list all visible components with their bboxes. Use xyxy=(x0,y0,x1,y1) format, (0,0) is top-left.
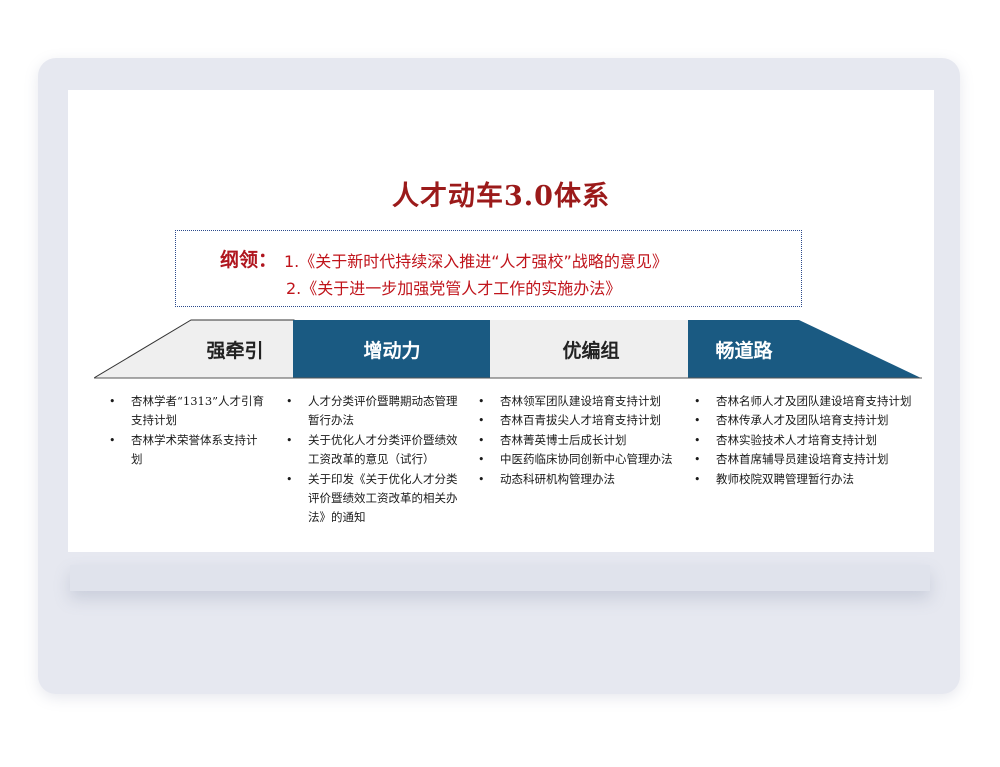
guideline-line-1: 1.《关于新时代持续深入推进“人才强校”战略的意见》 xyxy=(284,252,668,271)
list-item: • 教师校院双聘管理暂行办法 xyxy=(694,471,854,486)
list-item: • 关于印发《关于优化人才分类评价暨绩效工资改革的相关办法》的通知 xyxy=(286,471,458,525)
pillar-2-title: 增动力 xyxy=(363,340,421,362)
guideline-label: 纲领： xyxy=(220,249,278,271)
pillar-4-title: 畅道路 xyxy=(715,340,773,362)
pillar-1-title: 强牵引 xyxy=(206,340,264,362)
list-item: • 杏林传承人才及团队培育支持计划 xyxy=(694,413,889,428)
list-item: • 杏林名师人才及团队建设培育支持计划 xyxy=(694,394,912,408)
pillar-4-list: • 杏林名师人才及团队建设培育支持计划 • 杏林传承人才及团队培育支持计划 • 杏林实… xyxy=(694,392,914,489)
list-item: • 人才分类评价暨聘期动态管理暂行办法 xyxy=(286,394,458,428)
pillar-3-title: 优编组 xyxy=(562,340,620,362)
guideline-box: 纲领： 1.《关于新时代持续深入推进“人才强校”战略的意见》 2.《关于进一步加… xyxy=(175,230,802,307)
diagram-title: 人才动车3.0体系 xyxy=(392,181,610,212)
list-item: • 关于优化人才分类评价暨绩效工资改革的意见（试行） xyxy=(286,432,458,467)
list-item: • 中医药临床协同创新中心管理办法 xyxy=(478,452,673,467)
list-item: • 杏林百青拔尖人才培育支持计划 xyxy=(478,413,661,428)
list-item: • 杏林首席辅导员建设培育支持计划 xyxy=(694,452,889,467)
guideline-line-2: 2.《关于进一步加强党管人才工作的实施办法》 xyxy=(286,279,622,298)
list-item: • 杏林菁英博士后成长计划 xyxy=(478,432,627,447)
pillar-2-list: • 人才分类评价暨聘期动态管理暂行办法 • 关于优化人才分类评价暨绩效工资改革的意见… xyxy=(286,392,460,528)
list-item: • 杏林实验技术人才培育支持计划 xyxy=(694,432,877,447)
card-shadow-strip xyxy=(70,565,930,591)
pillar-3-list: • 杏林领军团队建设培育支持计划 • 杏林百青拔尖人才培育支持计划 • 杏林菁英博士后… xyxy=(478,392,674,489)
list-item: • 杏林学者“1313”人才引育支持计划 xyxy=(109,394,265,428)
list-item: • 动态科研机构管理办法 xyxy=(478,471,615,486)
pillar-1-list: • 杏林学者“1313”人才引育支持计划 • 杏林学术荣誉体系支持计划 xyxy=(109,392,265,470)
list-item: • 杏林学术荣誉体系支持计划 xyxy=(109,432,258,467)
slide: 人才动车3.0体系 纲领： 1.《关于新时代持续深入推进“人才强校”战略的意见》… xyxy=(68,90,934,552)
list-item: • 杏林领军团队建设培育支持计划 xyxy=(478,394,661,408)
